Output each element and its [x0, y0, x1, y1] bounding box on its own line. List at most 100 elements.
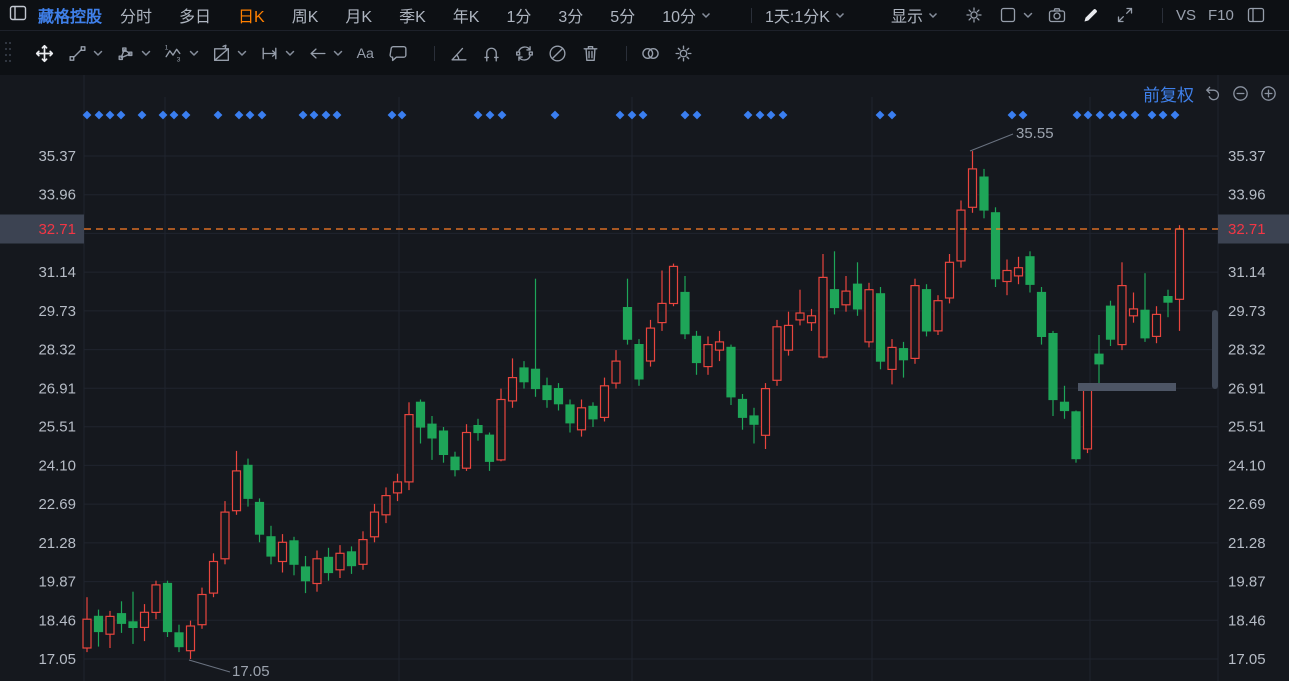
period-tabs: 分时 多日 日K 周K 月K 季K 年K 1分 3分 5分 10分	[120, 3, 738, 27]
f10-button[interactable]: F10	[1208, 7, 1234, 24]
expand-icon[interactable]	[1115, 5, 1135, 25]
elliott-wave-icon[interactable]: 31	[163, 43, 199, 64]
tab-yue-k[interactable]: 月K	[345, 3, 372, 27]
event-markers	[83, 111, 1180, 120]
angle-tool-icon[interactable]	[448, 43, 469, 64]
toolbar-divider	[434, 46, 435, 61]
polygon-tool-icon[interactable]	[115, 43, 151, 64]
multi-period-combo[interactable]: 1天:1分K	[765, 3, 845, 27]
topbar-right-tools: VS F10	[964, 5, 1280, 25]
chevron-down-icon	[141, 50, 151, 57]
svg-text:32.71: 32.71	[1228, 221, 1266, 238]
svg-text:19.87: 19.87	[38, 574, 76, 591]
svg-text:17.05: 17.05	[1228, 651, 1266, 668]
tab-ri-k[interactable]: 日K	[238, 3, 265, 27]
display-label: 显示	[891, 3, 923, 27]
svg-text:32.71: 32.71	[38, 221, 76, 238]
svg-text:33.96: 33.96	[38, 187, 76, 204]
price-axis-left: 35.3735.3733.9633.9631.1431.1429.7329.73…	[38, 148, 1265, 668]
gear-icon[interactable]	[964, 5, 984, 25]
candlestick-chart[interactable]: 35.5517.0535.3735.3733.9633.9631.1431.14…	[0, 75, 1289, 681]
zoom-out-icon[interactable]	[1231, 84, 1250, 103]
chart-controls: 前复权	[1143, 81, 1278, 106]
svg-text:Aa: Aa	[357, 46, 374, 62]
text-tool-icon[interactable]: Aa	[355, 43, 376, 64]
comment-tool-icon[interactable]	[388, 43, 409, 64]
trend-line-icon[interactable]	[67, 43, 103, 64]
svg-text:21.28: 21.28	[38, 535, 76, 552]
axis-scrollbar-thumb	[1212, 310, 1218, 389]
display-menu[interactable]: 显示	[891, 3, 938, 27]
svg-text:22.69: 22.69	[1228, 496, 1266, 513]
svg-text:33.96: 33.96	[1228, 187, 1266, 204]
window-partial-icon[interactable]	[1246, 5, 1266, 25]
window-pane-icon[interactable]	[8, 3, 28, 28]
svg-text:29.73: 29.73	[1228, 303, 1266, 320]
camera-icon[interactable]	[1047, 5, 1067, 25]
adjust-mode-link[interactable]: 前复权	[1143, 81, 1194, 106]
tab-10min[interactable]: 10分	[662, 3, 711, 27]
auto-draw-icon[interactable]	[514, 43, 535, 64]
arrow-left-icon[interactable]	[307, 43, 343, 64]
move-cross-icon[interactable]	[34, 43, 55, 64]
chart-area[interactable]: 35.5517.0535.3735.3733.9633.9631.1431.14…	[0, 75, 1289, 681]
chevron-down-icon	[237, 50, 247, 57]
tab-zhou-k[interactable]: 周K	[292, 3, 319, 27]
svg-text:18.46: 18.46	[1228, 612, 1266, 629]
stock-symbol[interactable]: 藏格控股	[38, 3, 102, 27]
svg-text:28.32: 28.32	[1228, 342, 1266, 359]
tab-1min[interactable]: 1分	[506, 3, 531, 27]
svg-text:26.91: 26.91	[38, 380, 76, 397]
tab-duori[interactable]: 多日	[179, 3, 211, 27]
drawing-toolbar: 31Aa	[0, 31, 1289, 75]
chevron-down-icon	[928, 12, 938, 19]
measure-tool-icon[interactable]	[259, 43, 295, 64]
svg-text:22.69: 22.69	[38, 496, 76, 513]
svg-text:17.05: 17.05	[232, 663, 270, 680]
svg-text:24.10: 24.10	[38, 457, 76, 474]
chevron-down-icon	[285, 50, 295, 57]
svg-text:35.37: 35.37	[38, 148, 76, 165]
svg-text:31.14: 31.14	[1228, 264, 1266, 281]
svg-text:25.51: 25.51	[1228, 419, 1266, 436]
svg-text:17.05: 17.05	[38, 651, 76, 668]
layout-square-icon[interactable]	[998, 5, 1033, 25]
svg-text:19.87: 19.87	[1228, 574, 1266, 591]
drag-handle-icon[interactable]	[3, 40, 13, 71]
tab-ji-k[interactable]: 季K	[399, 3, 426, 27]
trash-tool-icon[interactable]	[580, 43, 601, 64]
tab-fenshi[interactable]: 分时	[120, 3, 152, 27]
chevron-down-icon	[835, 12, 845, 19]
chevron-down-icon	[701, 12, 711, 19]
chevron-down-icon	[93, 50, 103, 57]
undo-icon[interactable]	[1203, 84, 1222, 103]
pattern-tool-icon[interactable]	[211, 43, 247, 64]
compare-tool-icon[interactable]	[640, 43, 661, 64]
tab-nian-k[interactable]: 年K	[453, 3, 480, 27]
zoom-in-icon[interactable]	[1259, 84, 1278, 103]
svg-text:18.46: 18.46	[38, 612, 76, 629]
pencil-icon[interactable]	[1081, 5, 1101, 25]
chevron-down-icon	[189, 50, 199, 57]
toolbar-divider	[751, 8, 752, 23]
drawn-horizontal-segment	[1078, 383, 1176, 391]
toolbar-divider	[1162, 8, 1163, 23]
svg-text:29.73: 29.73	[38, 303, 76, 320]
hide-tool-icon[interactable]	[547, 43, 568, 64]
price-gridlines	[84, 156, 1218, 659]
tab-3min[interactable]: 3分	[558, 3, 583, 27]
svg-text:3: 3	[177, 56, 181, 63]
tab-5min[interactable]: 5分	[610, 3, 635, 27]
svg-text:26.91: 26.91	[1228, 380, 1266, 397]
magnet-tool-icon[interactable]	[481, 43, 502, 64]
multi-period-label: 1天:1分K	[765, 3, 830, 27]
svg-text:28.32: 28.32	[38, 342, 76, 359]
time-gridlines	[165, 97, 1090, 681]
svg-text:1: 1	[165, 44, 169, 51]
gear-icon[interactable]	[673, 43, 694, 64]
chevron-down-icon	[1023, 12, 1033, 19]
vs-button[interactable]: VS	[1176, 7, 1196, 24]
svg-text:25.51: 25.51	[38, 419, 76, 436]
svg-text:31.14: 31.14	[38, 264, 76, 281]
svg-text:24.10: 24.10	[1228, 457, 1266, 474]
